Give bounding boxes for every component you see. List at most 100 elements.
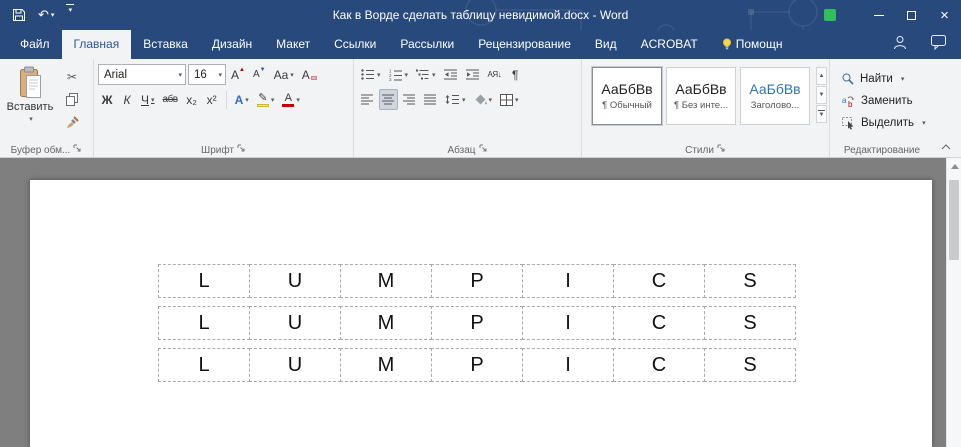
tab-item[interactable]: Макет (264, 30, 322, 59)
increase-indent-button[interactable] (463, 64, 483, 85)
change-case-button[interactable]: Aa▾ (271, 64, 297, 85)
vertical-scrollbar[interactable] (946, 158, 961, 447)
table-cell[interactable]: U (249, 306, 341, 340)
table-cell[interactable]: M (340, 264, 432, 298)
align-center-button[interactable] (379, 89, 398, 110)
align-right-button[interactable] (400, 89, 419, 110)
maximize-button[interactable] (895, 0, 928, 30)
paste-button[interactable]: Вставить ▾ (4, 62, 56, 139)
close-button[interactable]: × (928, 0, 961, 30)
table-cell[interactable]: P (431, 306, 523, 340)
styles-scroll-up-button[interactable]: ▲ (816, 67, 827, 85)
tab-item[interactable]: Дизайн (200, 30, 264, 59)
collapse-ribbon-button[interactable] (938, 140, 954, 154)
replace-button[interactable]: ab Заменить (842, 92, 932, 110)
table-cell[interactable]: U (249, 348, 341, 382)
text-effects-icon: А (235, 93, 244, 107)
text-effects-button[interactable]: А▾ (232, 89, 252, 110)
table-cell[interactable]: M (340, 348, 432, 382)
save-button[interactable] (12, 4, 26, 26)
align-center-icon (382, 94, 395, 105)
table-cell[interactable]: U (249, 264, 341, 298)
font-color-button[interactable]: А ▾ (279, 89, 303, 110)
table-cell[interactable]: P (431, 348, 523, 382)
bullets-button[interactable]: ▾ (358, 64, 384, 85)
styles-scrollbar: ▲ ▼ ▼ (816, 67, 827, 125)
borders-button[interactable]: ▾ (497, 89, 522, 110)
cut-button[interactable]: ✂ (61, 67, 83, 86)
document-page[interactable]: LUMPICSLUMPICSLUMPICS (30, 180, 932, 447)
editing-group-label: Редактирование (844, 145, 920, 156)
line-spacing-button[interactable]: ▾ (442, 89, 469, 110)
table-cell[interactable]: L (158, 306, 250, 340)
subscript-button[interactable]: х₂ (183, 89, 201, 110)
select-button[interactable]: Выделить ▾ (842, 114, 932, 132)
minimize-button[interactable] (862, 0, 895, 30)
titlebar: ↶ ▾ ▾ Как в Ворде сделать таблицу невиди… (0, 0, 961, 30)
decrease-indent-button[interactable] (441, 64, 461, 85)
numbering-button[interactable]: 123 ▾ (386, 64, 412, 85)
copy-button[interactable] (61, 90, 83, 109)
table-cell[interactable]: M (340, 306, 432, 340)
customize-qat-button[interactable]: ▾ (66, 4, 74, 26)
grow-font-button[interactable]: А▲ (228, 64, 248, 85)
font-size-combobox[interactable]: 16 ▾ (188, 64, 226, 85)
styles-dialog-launcher[interactable] (717, 144, 726, 156)
clear-formatting-button[interactable]: А (299, 64, 320, 85)
font-dialog-launcher[interactable] (237, 144, 246, 156)
tab-item[interactable]: Файл (8, 30, 62, 59)
font-name-combobox[interactable]: Arial ▾ (98, 64, 186, 85)
shading-button[interactable]: ▾ (471, 89, 496, 110)
shrink-font-button[interactable]: А▼ (250, 64, 269, 85)
scroll-up-button[interactable] (947, 158, 961, 174)
superscript-button[interactable]: х² (203, 89, 221, 110)
table-cell[interactable]: C (613, 264, 705, 298)
styles-scroll-down-button[interactable]: ▼ (816, 86, 827, 104)
align-left-button[interactable] (358, 89, 377, 110)
find-button[interactable]: Найти ▾ (842, 70, 932, 88)
format-painter-button[interactable] (61, 113, 83, 132)
tab-item[interactable]: Вставка (131, 30, 200, 59)
multilevel-list-button[interactable]: ▾ (413, 64, 439, 85)
comments-button[interactable] (931, 35, 947, 55)
clipboard-dialog-launcher[interactable] (73, 144, 82, 156)
highlight-button[interactable]: ✎ ▾ (254, 89, 278, 110)
tab-item[interactable]: Рецензирование (466, 30, 583, 59)
table-cell[interactable]: C (613, 306, 705, 340)
tab-item[interactable]: Ссылки (322, 30, 388, 59)
table-cell[interactable]: C (613, 348, 705, 382)
account-button[interactable] (891, 35, 909, 55)
tab-item[interactable]: Рассылки (388, 30, 466, 59)
tab-item[interactable]: Помощн (710, 30, 795, 59)
table-cell[interactable]: S (704, 264, 796, 298)
sort-button[interactable]: АЯ↓ (485, 64, 505, 85)
font-color-icon: А (282, 93, 294, 107)
tab-item[interactable]: Вид (583, 30, 629, 59)
dropdown-arrow-icon: ▾ (405, 71, 409, 79)
table-cell[interactable]: S (704, 348, 796, 382)
styles-more-button[interactable]: ▼ (816, 105, 827, 123)
triangle-up-icon (951, 164, 959, 169)
style-card[interactable]: АаБбВвЗаголово... (740, 67, 810, 125)
table-cell[interactable]: P (431, 264, 523, 298)
undo-button[interactable]: ↶ ▾ (38, 4, 54, 26)
style-card[interactable]: АаБбВв¶ Без инте... (666, 67, 736, 125)
table-cell[interactable]: I (522, 348, 614, 382)
underline-button[interactable]: Ч▾ (138, 89, 158, 110)
justify-button[interactable] (421, 89, 440, 110)
table-cell[interactable]: S (704, 306, 796, 340)
paragraph-dialog-launcher[interactable] (479, 144, 488, 156)
tab-item[interactable]: Главная (62, 30, 132, 59)
maximize-icon (907, 11, 916, 20)
show-marks-button[interactable]: ¶ (506, 64, 524, 85)
tab-item[interactable]: ACROBAT (629, 30, 710, 59)
table-cell[interactable]: L (158, 264, 250, 298)
bold-button[interactable]: Ж (98, 89, 116, 110)
table-cell[interactable]: I (522, 264, 614, 298)
italic-button[interactable]: К (118, 89, 136, 110)
table-cell[interactable]: L (158, 348, 250, 382)
strikethrough-button[interactable]: абв (160, 89, 181, 110)
scrollbar-thumb[interactable] (949, 180, 959, 260)
table-cell[interactable]: I (522, 306, 614, 340)
style-card[interactable]: АаБбВв¶ Обычный (592, 67, 662, 125)
